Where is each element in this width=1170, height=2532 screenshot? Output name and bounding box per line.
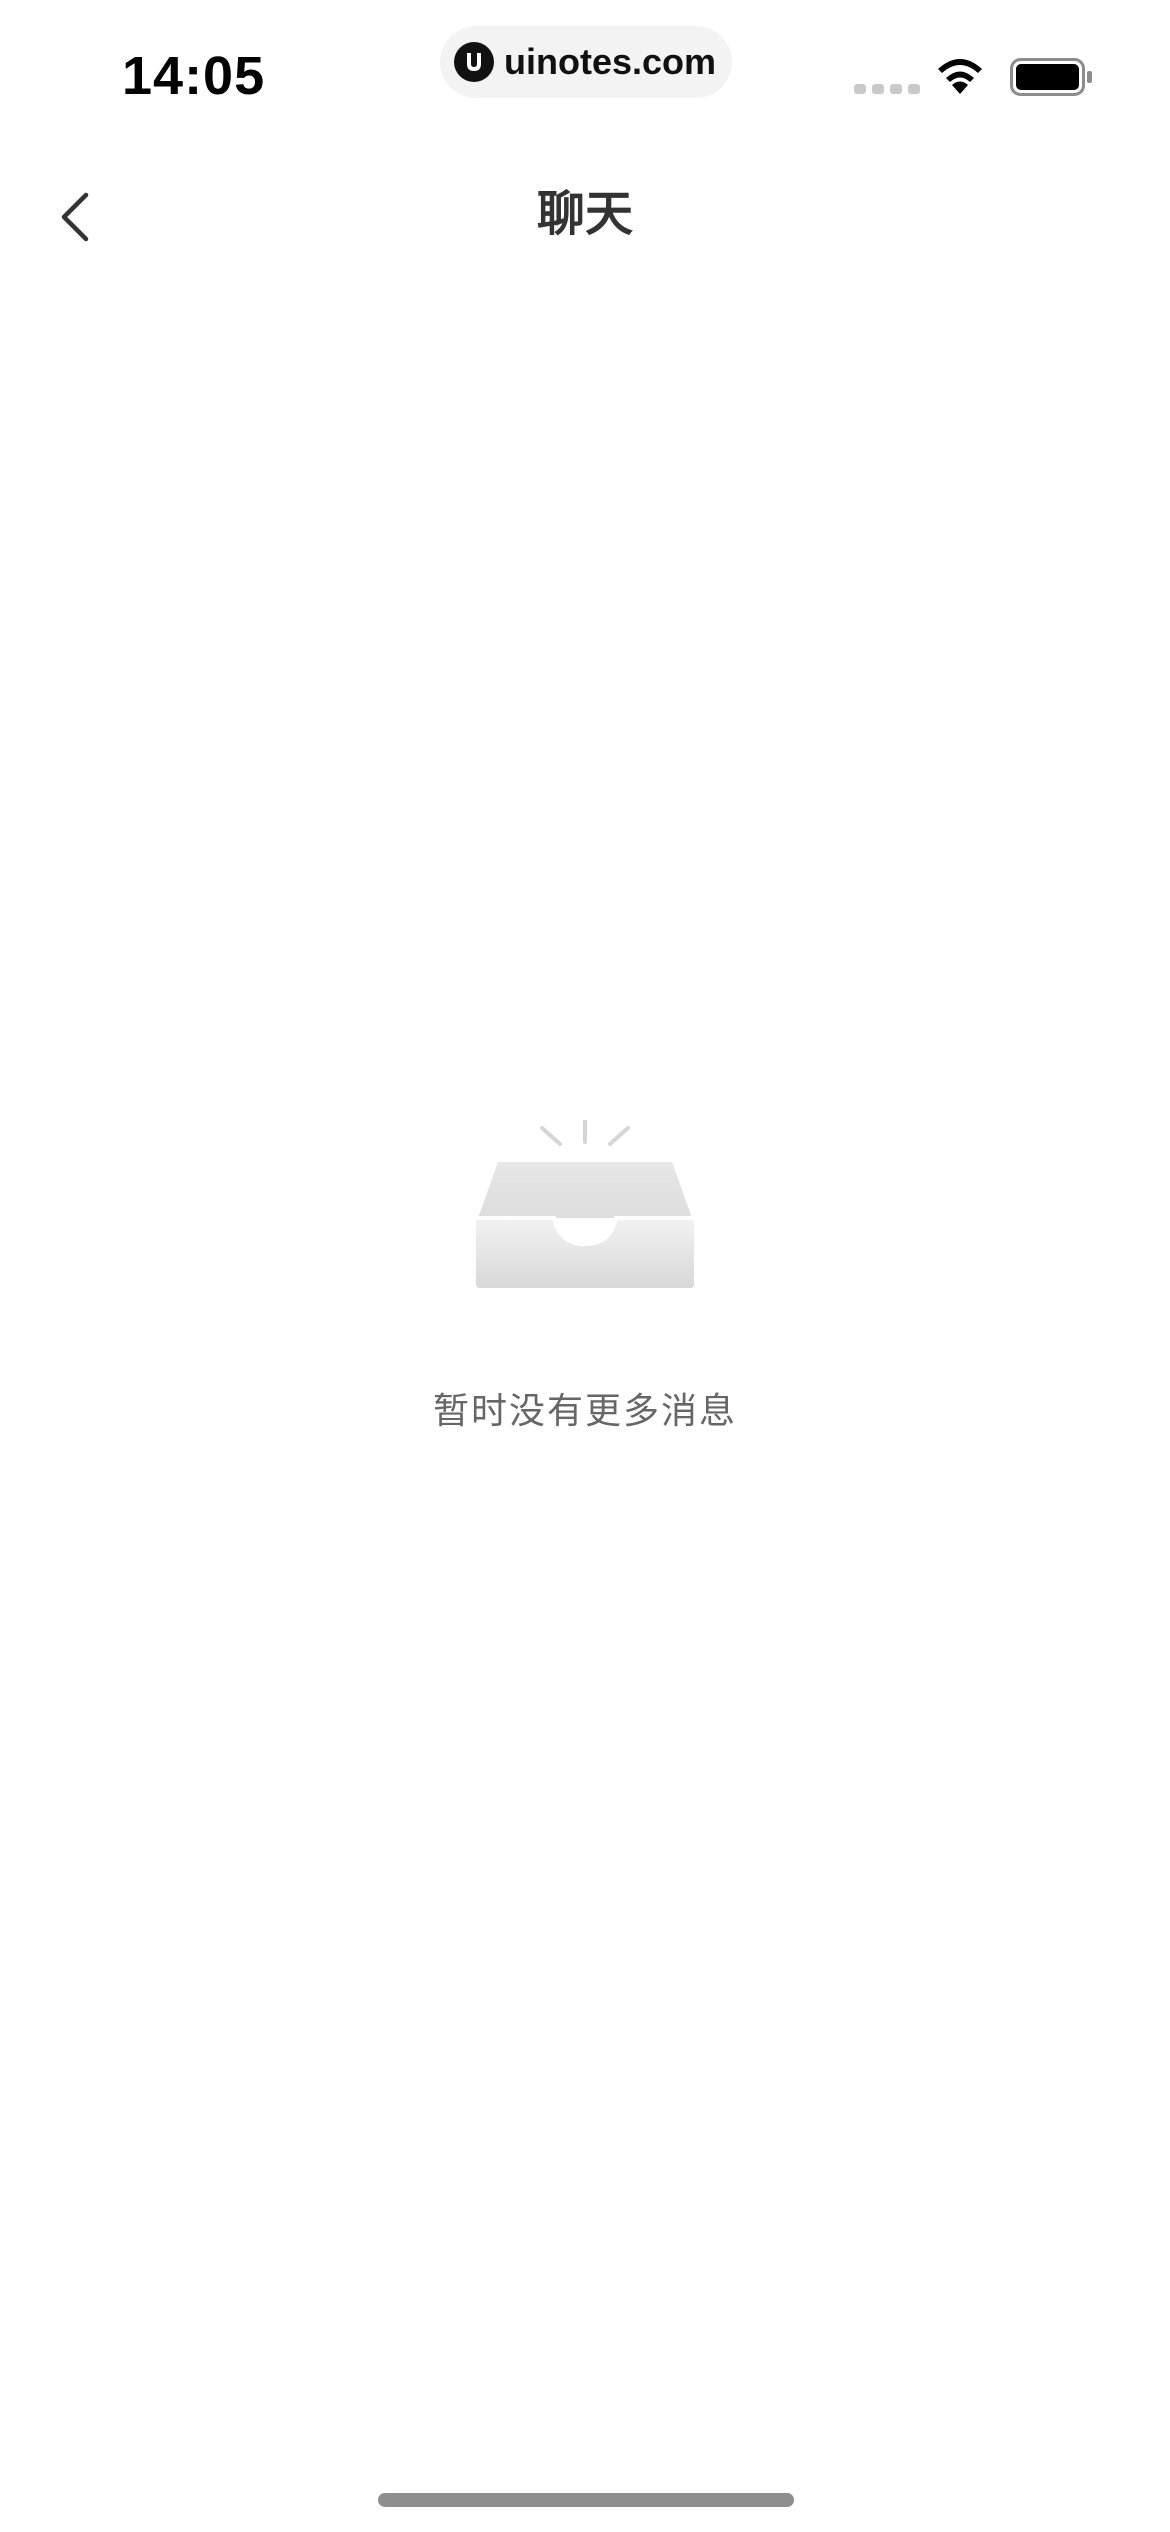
empty-inbox-icon [476, 1120, 694, 1288]
nav-bar: 聊天 [0, 160, 1170, 270]
battery-icon [1010, 58, 1092, 96]
wifi-icon [938, 59, 982, 94]
page-title: 聊天 [536, 186, 633, 242]
url-pill[interactable]: uinotes.com [440, 26, 732, 98]
uinotes-logo-icon [454, 42, 494, 82]
cellular-signal-icon [854, 84, 920, 94]
status-bar: 14:05 uinotes.com [0, 0, 1170, 140]
empty-state-message: 暂时没有更多消息 [432, 1391, 737, 1432]
home-indicator[interactable] [378, 2493, 794, 2507]
url-text: uinotes.com [504, 41, 717, 82]
status-time: 14:05 [122, 46, 266, 106]
